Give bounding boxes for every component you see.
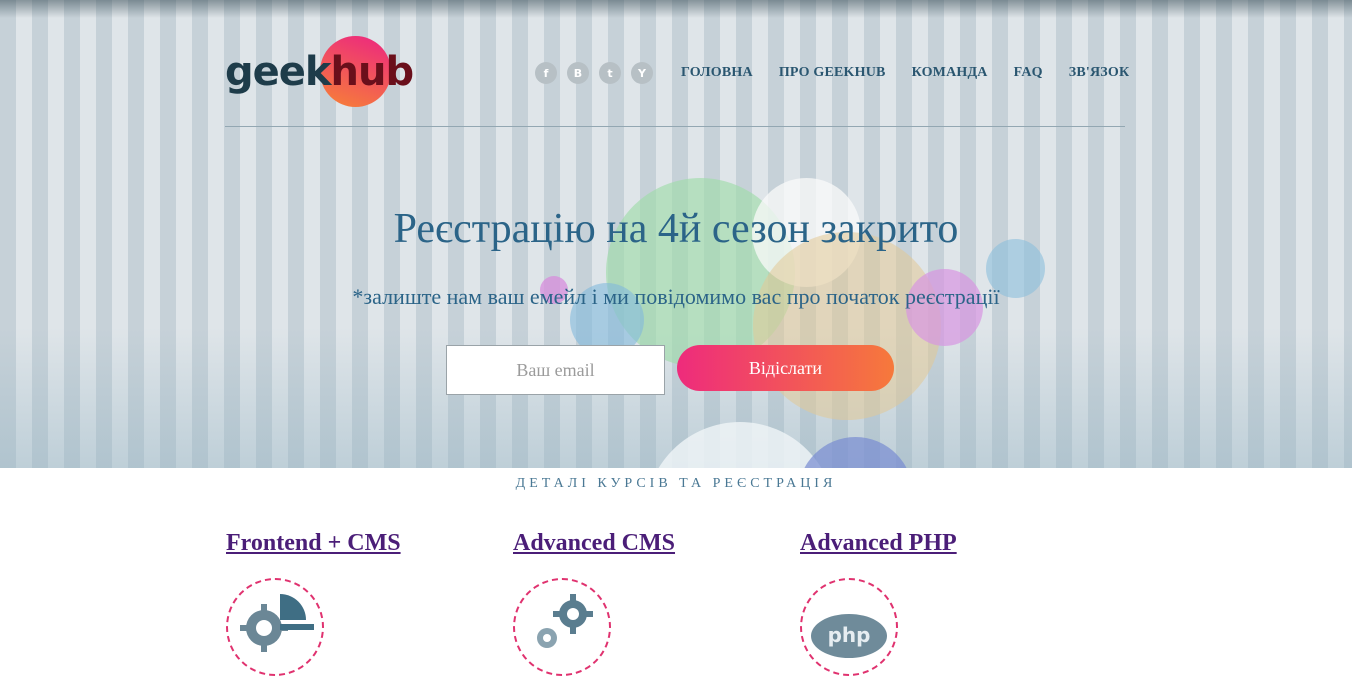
facebook-icon[interactable]: f bbox=[535, 62, 557, 84]
nav-about[interactable]: ПРО GEEKHUB bbox=[779, 65, 886, 81]
php-icon[interactable]: php bbox=[800, 578, 898, 676]
frontend-cms-icon[interactable] bbox=[226, 578, 324, 676]
nav-team[interactable]: КОМАНДА bbox=[912, 65, 988, 81]
header-divider bbox=[225, 126, 1125, 127]
nav-faq[interactable]: FAQ bbox=[1014, 65, 1043, 81]
submit-button[interactable]: Відіслати bbox=[677, 345, 894, 391]
youtube-icon[interactable]: Y bbox=[631, 62, 653, 84]
decor-bubble bbox=[645, 422, 835, 468]
course-link-frontend[interactable]: Frontend + CMS bbox=[226, 530, 401, 556]
social-links: f B t Y bbox=[535, 62, 653, 84]
logo-text: geekhub bbox=[225, 49, 414, 95]
courses-section-title: ДЕТАЛІ КУРСІВ ТА РЕЄСТРАЦІЯ bbox=[515, 476, 837, 491]
course-card: Advanced CMS bbox=[513, 530, 675, 676]
course-card: Advanced PHP php bbox=[800, 530, 957, 676]
decor-bubble bbox=[798, 437, 913, 468]
hero-section: geekhub f B t Y ГОЛОВНА ПРО GEEKHUB КОМА… bbox=[0, 0, 1352, 468]
main-nav: ГОЛОВНА ПРО GEEKHUB КОМАНДА FAQ ЗВ'ЯЗОК bbox=[681, 65, 1129, 81]
email-input[interactable] bbox=[446, 345, 665, 395]
page-title: Реєстрацію на 4й сезон закрито bbox=[393, 206, 959, 252]
vk-icon[interactable]: B bbox=[567, 62, 589, 84]
course-link-php[interactable]: Advanced PHP bbox=[800, 530, 957, 556]
svg-text:php: php bbox=[828, 623, 871, 647]
page-subtitle: *залиште нам ваш емейл і ми повідомимо в… bbox=[352, 284, 1000, 309]
gears-icon[interactable] bbox=[513, 578, 611, 676]
course-card: Frontend + CMS bbox=[226, 530, 401, 676]
nav-contact[interactable]: ЗВ'ЯЗОК bbox=[1069, 65, 1130, 81]
course-link-cms[interactable]: Advanced CMS bbox=[513, 530, 675, 556]
twitter-icon[interactable]: t bbox=[599, 62, 621, 84]
geekhub-logo[interactable]: geekhub bbox=[225, 36, 414, 108]
nav-home[interactable]: ГОЛОВНА bbox=[681, 65, 753, 81]
